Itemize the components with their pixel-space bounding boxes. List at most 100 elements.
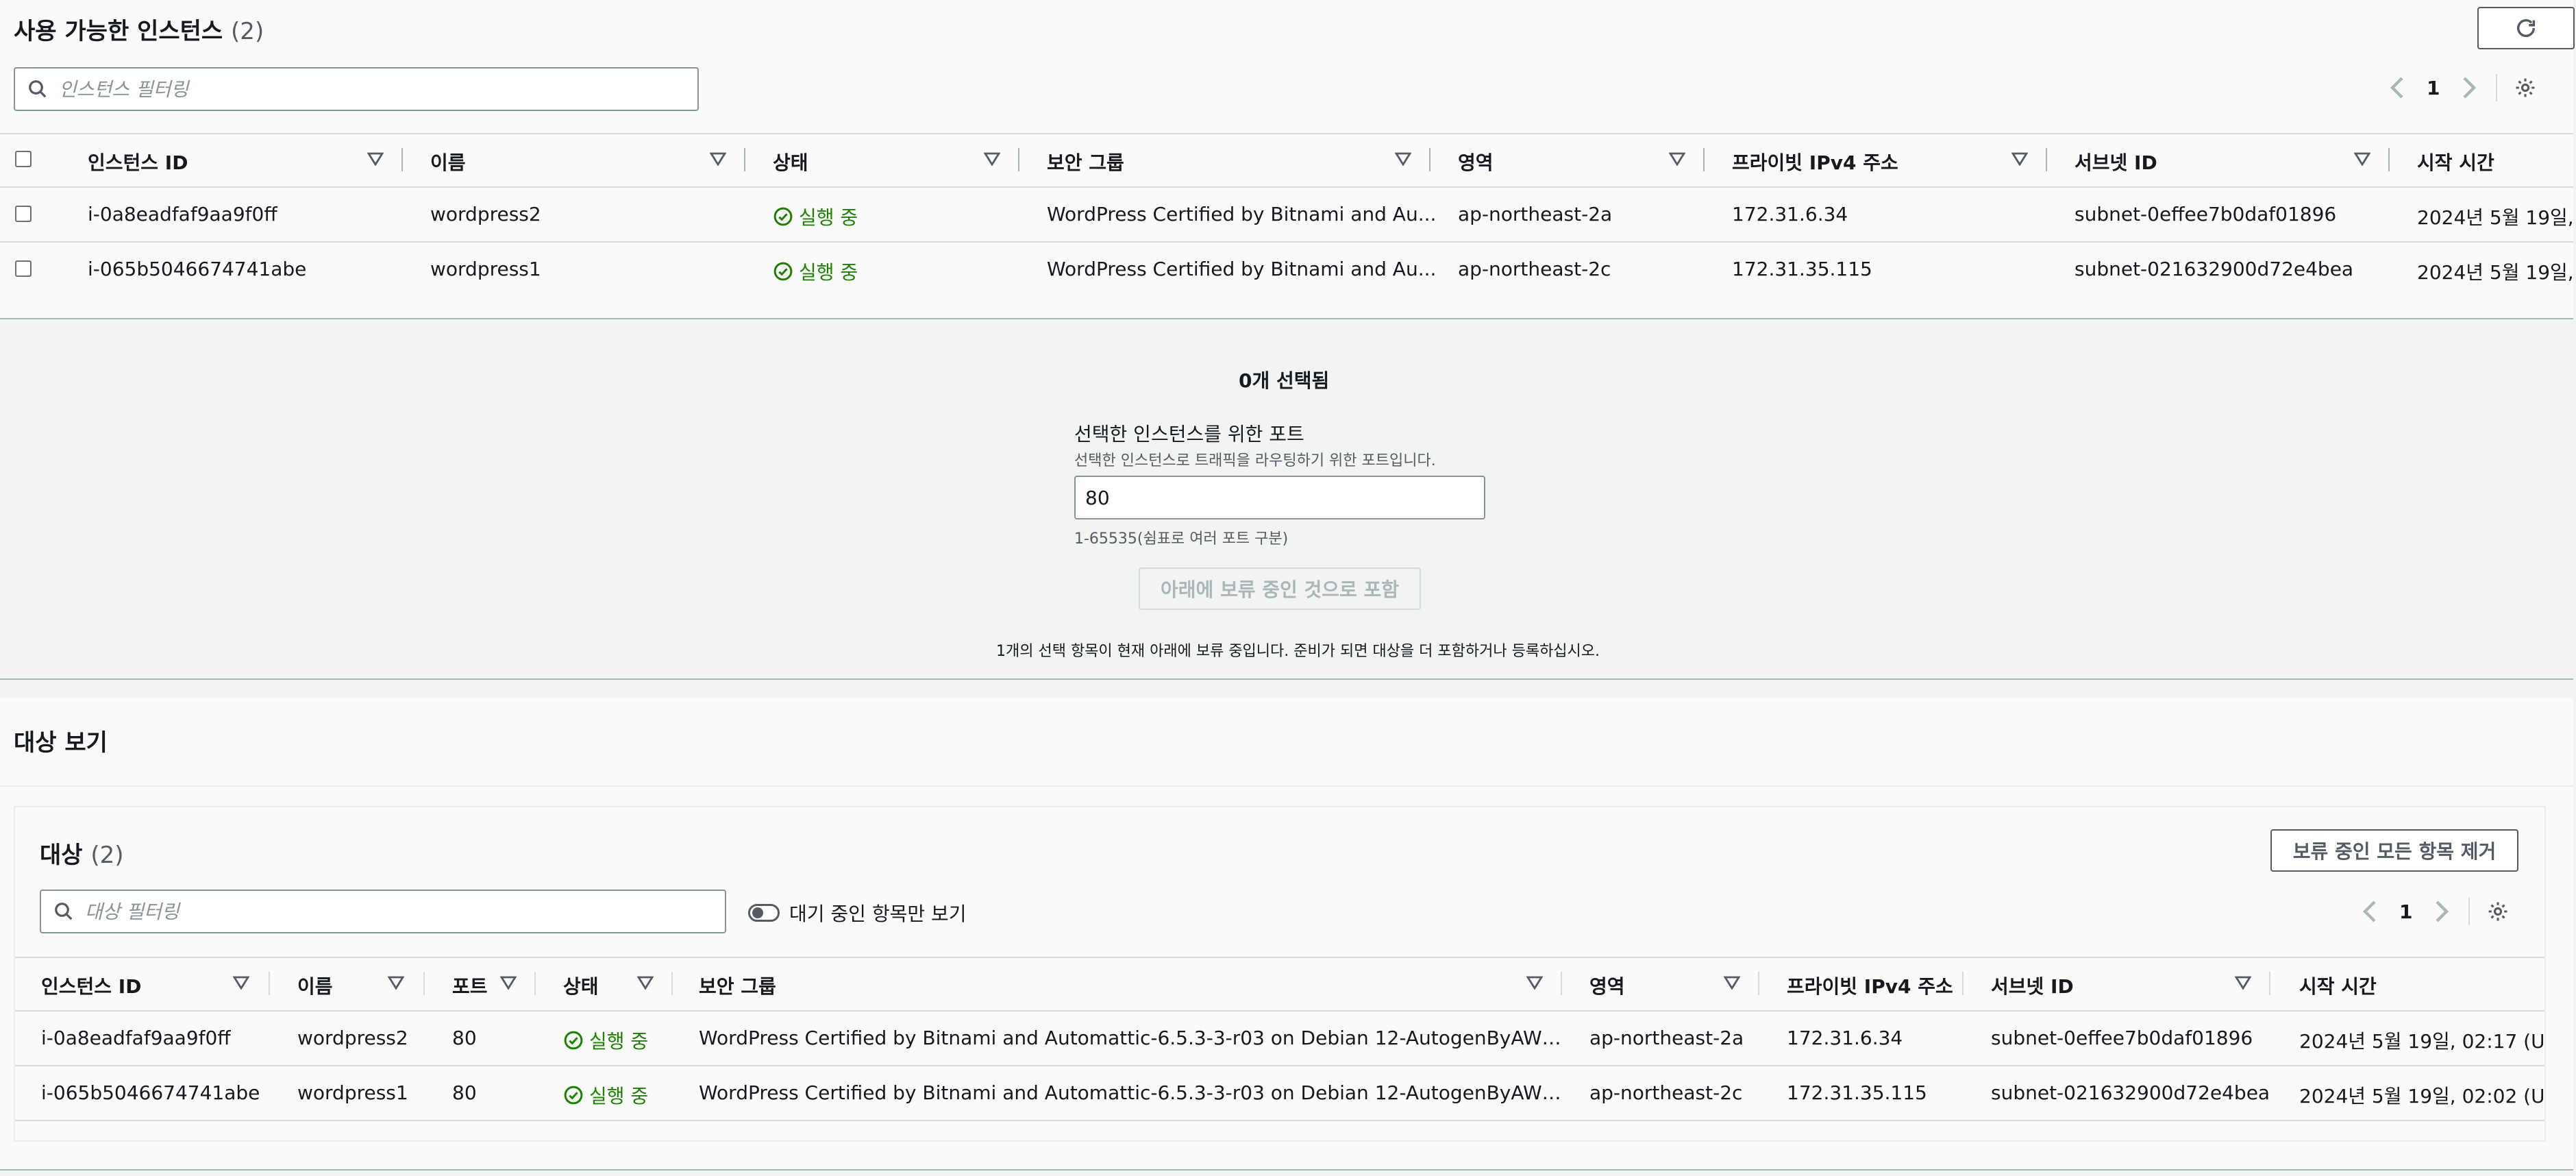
sort-icon[interactable] bbox=[388, 976, 404, 990]
toggle-label: 대기 중인 항목만 보기 bbox=[789, 903, 967, 925]
instance-id: i-065b5046674741abe bbox=[41, 1081, 260, 1104]
row-checkbox[interactable] bbox=[15, 260, 32, 277]
column-separator[interactable] bbox=[2269, 972, 2270, 995]
chevron-left-icon[interactable] bbox=[2360, 898, 2381, 925]
col-start-time[interactable]: 시작 시간 bbox=[2417, 148, 2494, 175]
chevron-right-icon[interactable] bbox=[2457, 74, 2479, 101]
column-separator[interactable] bbox=[1758, 972, 1759, 995]
sort-icon[interactable] bbox=[637, 976, 654, 990]
sort-icon[interactable] bbox=[367, 152, 384, 166]
instance-name: wordpress1 bbox=[430, 258, 541, 280]
status-running: 실행 중 bbox=[563, 1027, 648, 1054]
check-circle-icon bbox=[564, 1031, 583, 1050]
col-name[interactable]: 이름 bbox=[297, 972, 333, 999]
column-separator[interactable] bbox=[1703, 148, 1705, 171]
settings-gear-icon[interactable] bbox=[2514, 76, 2537, 99]
instance-filter-search[interactable] bbox=[14, 67, 699, 111]
chevron-right-icon[interactable] bbox=[2430, 898, 2452, 925]
available-count: (2) bbox=[231, 18, 264, 45]
column-separator[interactable] bbox=[423, 972, 425, 995]
sort-icon[interactable] bbox=[233, 976, 249, 990]
security-group: WordPress Certified by Bitnami and Au... bbox=[1047, 203, 1437, 225]
column-separator[interactable] bbox=[1018, 148, 1019, 171]
chevron-left-icon[interactable] bbox=[2387, 74, 2409, 101]
instance-name: wordpress1 bbox=[297, 1081, 408, 1104]
column-separator[interactable] bbox=[401, 148, 403, 171]
col-name[interactable]: 이름 bbox=[430, 148, 466, 175]
col-private-ip[interactable]: 프라이빗 IPv4 주소 bbox=[1732, 148, 1898, 175]
check-circle-icon bbox=[773, 207, 793, 226]
instance-id: i-0a8eadfaf9aa9f0ff bbox=[41, 1027, 231, 1049]
column-separator[interactable] bbox=[1429, 148, 1431, 171]
col-instance-id[interactable]: 인스턴스 ID bbox=[41, 972, 141, 999]
check-circle-icon bbox=[773, 262, 793, 281]
sort-icon[interactable] bbox=[2235, 976, 2251, 990]
header-bottom-border bbox=[0, 186, 2573, 188]
col-zone[interactable]: 영역 bbox=[1458, 148, 1494, 175]
col-instance-id[interactable]: 인스턴스 ID bbox=[88, 148, 188, 175]
col-port[interactable]: 포트 bbox=[452, 972, 488, 999]
toggle-switch[interactable] bbox=[748, 904, 780, 922]
column-separator[interactable] bbox=[1561, 972, 1562, 995]
targets-page-number[interactable]: 1 bbox=[2399, 901, 2412, 923]
col-status[interactable]: 상태 bbox=[563, 972, 599, 999]
col-security-group[interactable]: 보안 그룹 bbox=[1047, 148, 1124, 175]
available-page-number[interactable]: 1 bbox=[2427, 77, 2440, 99]
sort-icon[interactable] bbox=[1669, 152, 1685, 166]
col-subnet-id[interactable]: 서브넷 ID bbox=[1991, 972, 2074, 999]
sort-icon[interactable] bbox=[1526, 976, 1543, 990]
instance-filter-input[interactable] bbox=[58, 77, 606, 101]
refresh-icon bbox=[2516, 19, 2536, 37]
column-separator[interactable] bbox=[1962, 972, 1964, 995]
include-as-pending-button[interactable]: 아래에 보류 중인 것으로 포함 bbox=[1139, 567, 1421, 610]
targets-table-top-border bbox=[15, 957, 2544, 958]
instance-id: i-065b5046674741abe bbox=[88, 258, 307, 280]
status-text: 실행 중 bbox=[589, 1030, 649, 1053]
column-separator[interactable] bbox=[2388, 148, 2390, 171]
status-running: 실행 중 bbox=[773, 258, 858, 285]
selected-count: 0개 선택됨 bbox=[1239, 369, 1330, 392]
sort-icon[interactable] bbox=[984, 152, 1000, 166]
col-security-group[interactable]: 보안 그룹 bbox=[699, 972, 776, 999]
start-time: 2024년 5월 19일, 02:02 (UTC bbox=[2299, 1085, 2543, 1107]
sort-icon[interactable] bbox=[710, 152, 726, 166]
zone: ap-northeast-2c bbox=[1589, 1081, 1743, 1104]
column-separator[interactable] bbox=[534, 972, 536, 995]
col-private-ip[interactable]: 프라이빗 IPv4 주소 bbox=[1787, 972, 1953, 999]
check-circle-icon bbox=[564, 1086, 583, 1105]
private-ip: 172.31.6.34 bbox=[1732, 203, 1848, 225]
settings-gear-icon[interactable] bbox=[2486, 900, 2510, 923]
target-filter-search[interactable] bbox=[40, 890, 726, 933]
pending-note: 1개의 선택 항목이 현재 아래에 보류 중입니다. 준비가 되면 대상을 더 … bbox=[996, 643, 1600, 660]
col-zone[interactable]: 영역 bbox=[1589, 972, 1625, 999]
pending-only-toggle[interactable]: 대기 중인 항목만 보기 bbox=[748, 899, 967, 927]
available-instances-title: 사용 가능한 인스턴스 (2) bbox=[14, 12, 264, 46]
remove-all-pending-button[interactable]: 보류 중인 모든 항목 제거 bbox=[2270, 829, 2518, 872]
col-status[interactable]: 상태 bbox=[773, 148, 808, 175]
refresh-button[interactable] bbox=[2477, 7, 2575, 49]
review-targets-title: 대상 보기 bbox=[14, 729, 108, 757]
column-separator[interactable] bbox=[744, 148, 745, 171]
sort-icon[interactable] bbox=[1395, 152, 1411, 166]
toggle-knob bbox=[752, 907, 763, 918]
zone: ap-northeast-2c bbox=[1458, 258, 1611, 280]
row-checkbox[interactable] bbox=[15, 206, 32, 222]
start-time: 2024년 5월 19일, 0 bbox=[2417, 206, 2573, 229]
instance-id: i-0a8eadfaf9aa9f0ff bbox=[88, 203, 277, 225]
port: 80 bbox=[452, 1027, 477, 1049]
sort-icon[interactable] bbox=[500, 976, 517, 990]
column-separator[interactable] bbox=[671, 972, 673, 995]
private-ip: 172.31.35.115 bbox=[1732, 258, 1872, 280]
target-filter-input[interactable] bbox=[84, 899, 634, 924]
sort-icon[interactable] bbox=[2354, 152, 2370, 166]
column-separator[interactable] bbox=[269, 972, 270, 995]
select-all-checkbox[interactable] bbox=[15, 151, 32, 167]
sort-icon[interactable] bbox=[2011, 152, 2028, 166]
port-input[interactable] bbox=[1074, 476, 1485, 519]
sort-icon[interactable] bbox=[1724, 976, 1740, 990]
col-subnet-id[interactable]: 서브넷 ID bbox=[2075, 148, 2157, 175]
col-start-time[interactable]: 시작 시간 bbox=[2299, 972, 2377, 999]
column-separator[interactable] bbox=[2046, 148, 2047, 171]
zone: ap-northeast-2a bbox=[1458, 203, 1613, 225]
status-text: 실행 중 bbox=[799, 206, 858, 229]
